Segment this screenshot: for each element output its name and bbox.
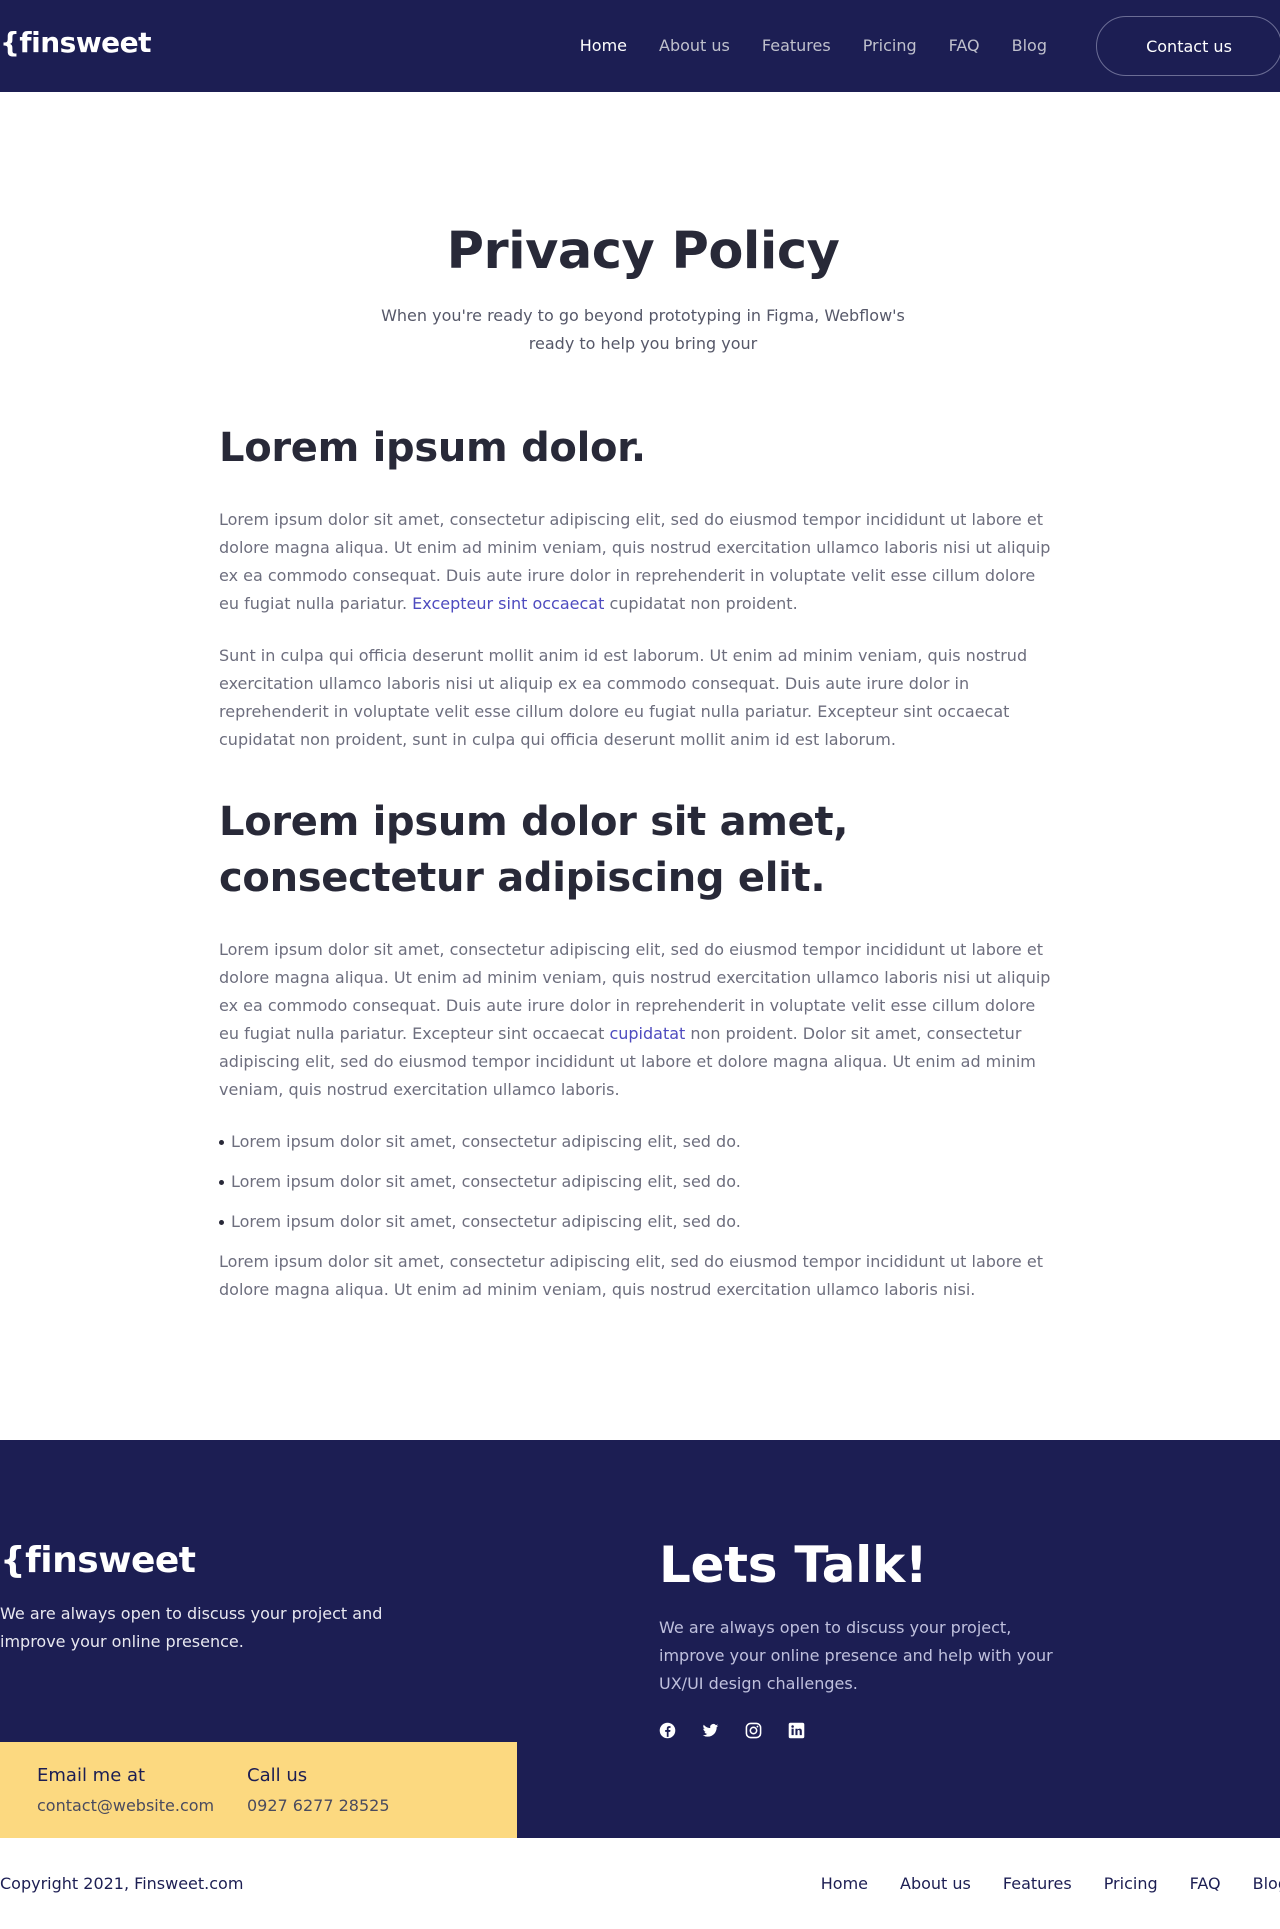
nav-blog[interactable]: Blog [1012, 36, 1047, 55]
footer-nav-features[interactable]: Features [1003, 1874, 1072, 1893]
section2-paragraph-2: Lorem ipsum dolor sit amet, consectetur … [219, 1252, 1043, 1299]
footer-nav: Home About us Features Pricing FAQ Blog [821, 1874, 1280, 1893]
bullet-list: Lorem ipsum dolor sit amet, consectetur … [219, 1128, 1055, 1236]
bullet-dot [219, 1219, 224, 1225]
nav-about-us[interactable]: About us [659, 36, 730, 55]
section2-heading: Lorem ipsum dolor sit amet, consectetur … [219, 799, 849, 901]
nav-features[interactable]: Features [762, 36, 831, 55]
section1-paragraph-2: Sunt in culpa qui officia deserunt molli… [219, 646, 1028, 749]
section2-paragraph-1: Lorem ipsum dolor sit amet, consectetur … [219, 936, 1055, 1104]
page-title: Privacy Policy [446, 222, 840, 281]
phone-block: Call us 0927 6277 28525 [247, 1762, 390, 1818]
list-item: Lorem ipsum dolor sit amet, consectetur … [219, 1208, 1055, 1236]
list-item-text: Lorem ipsum dolor sit amet, consectetur … [231, 1132, 741, 1151]
social-links [659, 1722, 805, 1739]
linkedin-icon[interactable] [788, 1722, 805, 1739]
facebook-icon[interactable] [659, 1722, 676, 1739]
site-header: {finsweet Home About us Features Pricing… [0, 0, 1280, 92]
footer-nav-blog[interactable]: Blog [1253, 1874, 1280, 1893]
footer-nav-home[interactable]: Home [821, 1874, 868, 1893]
main-nav: Home About us Features Pricing FAQ Blog [580, 36, 1047, 55]
footer-nav-faq[interactable]: FAQ [1190, 1874, 1221, 1893]
email-block: Email me at contact@website.com [37, 1762, 214, 1818]
email-address[interactable]: contact@website.com [37, 1794, 214, 1818]
site-footer: {finsweet We are always open to discuss … [0, 1440, 1280, 1838]
page-subtitle: When you're ready to go beyond prototypi… [381, 306, 905, 353]
finsweet-logo[interactable]: {finsweet [0, 26, 152, 59]
cupidatat-link[interactable]: cupidatat [609, 1024, 685, 1043]
text-span: cupidatat non proident. [604, 594, 798, 613]
bullet-dot [219, 1139, 224, 1145]
instagram-icon[interactable] [745, 1722, 762, 1739]
list-item-text: Lorem ipsum dolor sit amet, consectetur … [231, 1172, 741, 1191]
email-title: Email me at [37, 1765, 146, 1786]
contact-info-box: Email me at contact@website.com Call us … [0, 1742, 517, 1838]
list-item-text: Lorem ipsum dolor sit amet, consectetur … [231, 1212, 741, 1231]
bottom-bar: Copyright 2021, Finsweet.com Home About … [0, 1838, 1280, 1929]
contact-us-button[interactable]: Contact us [1096, 16, 1280, 76]
lets-talk-description: We are always open to discuss your proje… [659, 1618, 1053, 1693]
footer-description: We are always open to discuss your proje… [0, 1604, 383, 1651]
bullet-dot [219, 1179, 224, 1185]
list-item: Lorem ipsum dolor sit amet, consectetur … [219, 1168, 1055, 1196]
footer-logo[interactable]: {finsweet [0, 1540, 196, 1581]
list-item: Lorem ipsum dolor sit amet, consectetur … [219, 1128, 1055, 1156]
nav-faq[interactable]: FAQ [949, 36, 980, 55]
nav-pricing[interactable]: Pricing [863, 36, 917, 55]
policy-content: Lorem ipsum dolor. Lorem ipsum dolor sit… [219, 420, 1055, 1304]
nav-home[interactable]: Home [580, 36, 627, 55]
section1-paragraph-1: Lorem ipsum dolor sit amet, consectetur … [219, 506, 1055, 618]
section1-heading: Lorem ipsum dolor. [219, 425, 646, 471]
lets-talk-heading: Lets Talk! [659, 1536, 928, 1594]
footer-nav-pricing[interactable]: Pricing [1104, 1874, 1158, 1893]
twitter-icon[interactable] [702, 1722, 719, 1739]
phone-title: Call us [247, 1765, 308, 1786]
copyright-text: Copyright 2021, Finsweet.com [0, 1874, 244, 1893]
excepteur-link[interactable]: Excepteur sint occaecat [412, 594, 604, 613]
phone-number[interactable]: 0927 6277 28525 [247, 1794, 390, 1818]
footer-nav-about-us[interactable]: About us [900, 1874, 971, 1893]
